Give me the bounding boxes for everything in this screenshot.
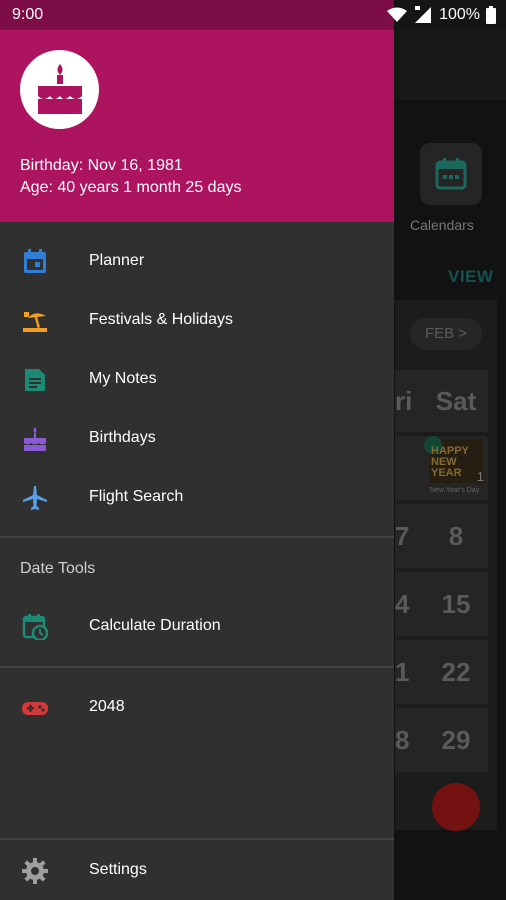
birthday-text: Birthday: Nov 16, 1981 [20, 157, 183, 174]
menu-item-planner[interactable]: Planner [0, 232, 394, 291]
beach-umbrella-icon [23, 312, 47, 332]
divider [0, 666, 394, 668]
drawer-header: Birthday: Nov 16, 1981 Age: 40 years 1 m… [0, 30, 394, 222]
age-text: Age: 40 years 1 month 25 days [20, 179, 242, 196]
gear-icon [22, 858, 48, 884]
menu-item-label: Festivals & Holidays [89, 311, 234, 328]
calendar-icon [24, 249, 46, 273]
battery-percent: 100% [439, 6, 480, 23]
menu-item-calculate-duration[interactable]: Calculate Duration [0, 597, 394, 656]
wifi-icon [387, 7, 408, 22]
menu-item-label: Settings [89, 861, 147, 878]
menu-item-birthdays[interactable]: Birthdays [0, 409, 394, 468]
status-time: 9:00 [12, 6, 44, 23]
menu-item-label: Calculate Duration [89, 617, 221, 634]
menu-item-flight-search[interactable]: Flight Search [0, 468, 394, 527]
menu-item-label: Flight Search [89, 488, 184, 505]
menu-item-2048[interactable]: 2048 [0, 678, 394, 737]
menu-item-label: My Notes [89, 370, 157, 387]
airplane-icon [23, 486, 47, 510]
battery-icon [486, 6, 496, 24]
menu-item-label: Birthdays [89, 429, 156, 446]
menu-item-my-notes[interactable]: My Notes [0, 350, 394, 409]
menu-item-label: 2048 [89, 698, 125, 715]
avatar[interactable] [20, 50, 99, 129]
note-icon [25, 369, 45, 391]
gamepad-icon [22, 702, 48, 715]
cake-icon [24, 427, 46, 451]
menu-item-label: Planner [89, 252, 145, 269]
signal-icon [415, 6, 432, 23]
navigation-drawer: Birthday: Nov 16, 1981 Age: 40 years 1 m… [0, 30, 394, 900]
calendar-clock-icon [22, 614, 48, 640]
divider [0, 838, 394, 840]
divider [0, 536, 394, 538]
status-bar: 9:00 100% [0, 0, 506, 30]
menu-item-festivals-holidays[interactable]: Festivals & Holidays [0, 291, 394, 350]
menu-item-settings[interactable]: Settings [0, 841, 394, 900]
section-title-date-tools: Date Tools [20, 560, 96, 577]
cake-icon [38, 64, 82, 114]
